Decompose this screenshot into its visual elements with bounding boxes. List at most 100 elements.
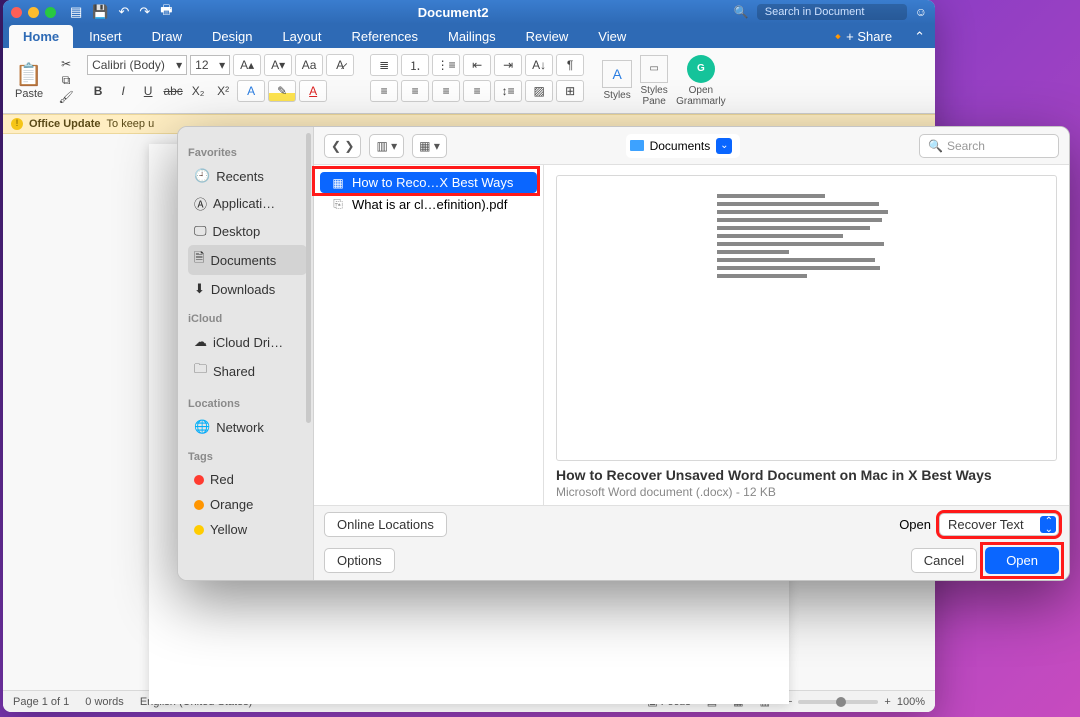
network-icon: 🌐: [194, 419, 210, 435]
share-button[interactable]: 🔸+ Share: [820, 26, 902, 48]
zoom-icon[interactable]: [45, 7, 56, 18]
location-picker[interactable]: Documents ⌄: [626, 134, 741, 158]
shared-icon: 🗀: [194, 360, 207, 382]
options-button[interactable]: Options: [324, 548, 395, 573]
italic-icon[interactable]: I: [112, 80, 134, 102]
sidebar-item-applications[interactable]: ⒶApplicati…: [188, 190, 307, 217]
open-button[interactable]: Open: [985, 547, 1059, 574]
align-right-icon[interactable]: ≡: [432, 80, 460, 102]
word-file-icon: ▦: [330, 176, 346, 190]
underline-icon[interactable]: U: [137, 80, 159, 102]
multilevel-list-icon[interactable]: ⋮≡: [432, 54, 460, 76]
shrink-font-icon[interactable]: A▾: [264, 54, 292, 76]
undo-icon[interactable]: ↶: [118, 4, 129, 20]
view-mode-grid[interactable]: ▦ ▾: [412, 134, 447, 158]
styles-gallery[interactable]: A Styles: [602, 60, 632, 101]
dialog-search-input[interactable]: 🔍 Search: [919, 134, 1059, 158]
sidebar-tag-yellow[interactable]: Yellow: [188, 518, 307, 541]
align-left-icon[interactable]: ≡: [370, 80, 398, 102]
open-format-select[interactable]: Recover Text ⌃⌄: [939, 513, 1059, 536]
view-mode-columns[interactable]: ▥ ▾: [369, 134, 404, 158]
sidebar-item-recents[interactable]: 🕘Recents: [188, 164, 307, 188]
update-title: Office Update: [29, 118, 101, 130]
nav-back-forward[interactable]: ❮ ❯: [324, 134, 361, 158]
sidebar-item-desktop[interactable]: 🖵Desktop: [188, 219, 307, 243]
paste-icon[interactable]: 📋: [15, 62, 42, 88]
line-spacing-icon[interactable]: ↕≡: [494, 80, 522, 102]
font-name-combo[interactable]: Calibri (Body) ▾: [87, 55, 187, 75]
desktop-icon: 🖵: [194, 223, 207, 239]
clear-formatting-icon[interactable]: A̷: [326, 54, 354, 76]
account-icon[interactable]: ☺: [915, 5, 927, 19]
font-size-combo[interactable]: 12 ▾: [190, 55, 230, 75]
increase-indent-icon[interactable]: ⇥: [494, 54, 522, 76]
tag-yellow-icon: [194, 525, 204, 535]
tab-view[interactable]: View: [584, 25, 640, 48]
autosave-icon[interactable]: ▤: [70, 4, 82, 20]
search-icon: 🔍: [928, 139, 943, 153]
tab-insert[interactable]: Insert: [75, 25, 136, 48]
redo-icon[interactable]: ↷: [139, 4, 150, 20]
file-row[interactable]: ⎘ What is ar cl…efinition).pdf: [320, 194, 537, 215]
sidebar-item-shared[interactable]: 🗀Shared: [188, 356, 307, 386]
justify-icon[interactable]: ≡: [463, 80, 491, 102]
font-color-icon[interactable]: A: [299, 80, 327, 102]
tab-draw[interactable]: Draw: [138, 25, 196, 48]
bold-icon[interactable]: B: [87, 80, 109, 102]
page-indicator[interactable]: Page 1 of 1: [13, 696, 69, 708]
sidebar-tag-red[interactable]: Red: [188, 468, 307, 491]
downloads-icon: ⬇: [194, 281, 205, 297]
print-icon[interactable]: 🖶: [160, 1, 172, 23]
sidebar-item-documents[interactable]: 🗎Documents: [188, 245, 307, 275]
text-effects-icon[interactable]: A: [237, 80, 265, 102]
grow-font-icon[interactable]: A▴: [233, 54, 261, 76]
superscript-icon[interactable]: X²: [212, 80, 234, 102]
borders-icon[interactable]: ⊞: [556, 80, 584, 102]
tab-review[interactable]: Review: [512, 25, 583, 48]
tag-red-icon: [194, 475, 204, 485]
numbering-icon[interactable]: ⒈: [401, 54, 429, 76]
tab-layout[interactable]: Layout: [268, 25, 335, 48]
zoom-slider[interactable]: [798, 700, 878, 704]
zoom-percent[interactable]: 100%: [897, 696, 925, 708]
change-case-icon[interactable]: Aa: [295, 54, 323, 76]
search-document-input[interactable]: Search in Document: [757, 4, 907, 20]
close-icon[interactable]: [11, 7, 22, 18]
sidebar-tag-orange[interactable]: Orange: [188, 493, 307, 516]
collapse-ribbon-icon[interactable]: ⌃: [904, 26, 935, 48]
grammarly-button[interactable]: G Open Grammarly: [676, 55, 725, 107]
clipboard-group: 📋 Paste: [7, 50, 51, 111]
copy-icon[interactable]: ⧉: [55, 72, 77, 89]
minimize-icon[interactable]: [28, 7, 39, 18]
tab-mailings[interactable]: Mailings: [434, 25, 510, 48]
tab-design[interactable]: Design: [198, 25, 266, 48]
sort-icon[interactable]: A↓: [525, 54, 553, 76]
tab-references[interactable]: References: [338, 25, 432, 48]
subscript-icon[interactable]: X₂: [187, 80, 209, 102]
tab-home[interactable]: Home: [9, 25, 73, 48]
bullets-icon[interactable]: ≣: [370, 54, 398, 76]
zoom-controls[interactable]: − + 100%: [786, 696, 925, 708]
decrease-indent-icon[interactable]: ⇤: [463, 54, 491, 76]
sidebar-scrollbar[interactable]: [306, 133, 311, 423]
sidebar-item-network[interactable]: 🌐Network: [188, 415, 307, 439]
show-marks-icon[interactable]: ¶: [556, 54, 584, 76]
online-locations-button[interactable]: Online Locations: [324, 512, 447, 537]
warning-icon: !: [11, 118, 23, 130]
format-painter-icon[interactable]: 🖌: [55, 89, 77, 105]
styles-pane-button[interactable]: ▭ Styles Pane: [640, 55, 668, 107]
align-center-icon[interactable]: ≡: [401, 80, 429, 102]
sidebar-item-downloads[interactable]: ⬇Downloads: [188, 277, 307, 301]
chevron-updown-icon: ⌃⌄: [1045, 518, 1053, 534]
save-icon[interactable]: 💾: [92, 4, 108, 20]
sidebar-item-icloud-drive[interactable]: ☁iCloud Dri…: [188, 330, 307, 354]
word-count[interactable]: 0 words: [85, 696, 124, 708]
strikethrough-icon[interactable]: abc: [162, 80, 184, 102]
shading-icon[interactable]: ▨: [525, 80, 553, 102]
highlight-icon[interactable]: ✎: [268, 80, 296, 102]
cut-icon[interactable]: ✂: [55, 56, 77, 72]
cancel-button[interactable]: Cancel: [911, 548, 977, 573]
window-controls[interactable]: [11, 7, 56, 18]
file-row-selected[interactable]: ▦ How to Reco…X Best Ways: [320, 172, 537, 193]
zoom-in-icon[interactable]: +: [884, 696, 890, 708]
